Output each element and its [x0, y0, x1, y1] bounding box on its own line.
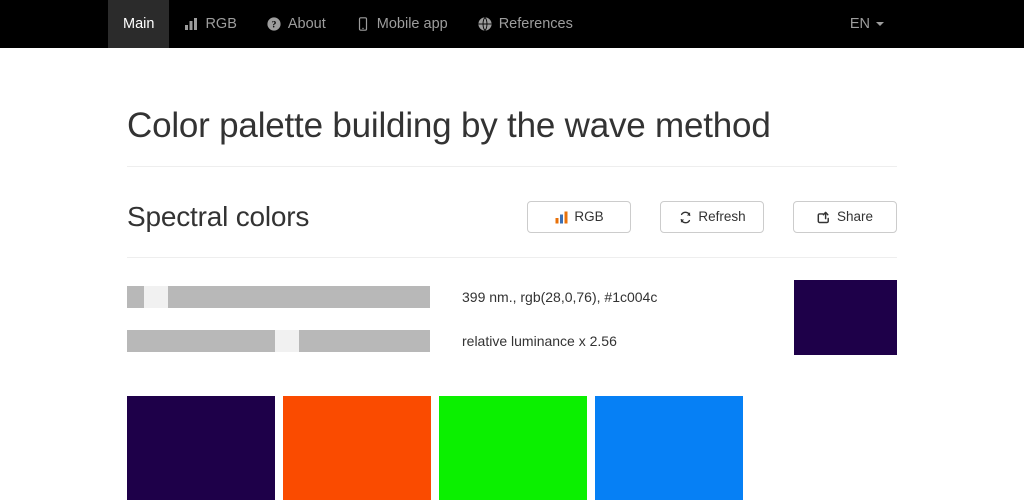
nav-item-label: References — [498, 15, 573, 32]
rgb-button[interactable]: RGB — [527, 201, 631, 233]
palette-swatch-2[interactable] — [283, 396, 431, 500]
language-selector[interactable]: EN — [840, 16, 894, 32]
nav-item-label: Mobile app — [376, 15, 448, 32]
luminance-label: relative luminance x 2.56 — [462, 333, 617, 349]
nav-item-main[interactable]: Main — [108, 0, 170, 48]
title-divider — [127, 166, 897, 167]
share-button-label: Share — [836, 209, 874, 225]
share-button[interactable]: Share — [793, 201, 897, 233]
refresh-button-label: Refresh — [698, 209, 746, 225]
rgb-button-label: RGB — [574, 209, 604, 225]
svg-text:?: ? — [271, 20, 276, 30]
section-title: Spectral colors — [127, 201, 310, 232]
palette-swatch-row — [127, 396, 897, 500]
nav-item-rgb[interactable]: RGB — [169, 0, 251, 48]
nav-item-label: About — [287, 15, 326, 32]
nav-right-group: EN — [840, 0, 1024, 48]
section-divider — [127, 257, 897, 258]
controls-area: 399 nm., rgb(28,0,76), #1c004c relative … — [127, 280, 897, 358]
wavelength-label: 399 nm., rgb(28,0,76), #1c004c — [462, 289, 658, 305]
wavelength-slider[interactable] — [127, 286, 430, 308]
share-icon — [817, 210, 831, 224]
nav-item-mobile-app[interactable]: Mobile app — [341, 0, 463, 48]
globe-icon — [478, 17, 492, 31]
language-label: EN — [849, 16, 870, 32]
bar-chart-icon — [554, 210, 568, 224]
luminance-slider[interactable] — [127, 330, 430, 352]
nav-item-label: Main — [123, 15, 155, 32]
palette-swatch-3[interactable] — [439, 396, 587, 500]
page-title: Color palette building by the wave metho… — [127, 106, 771, 145]
palette-swatch-1[interactable] — [127, 396, 275, 500]
nav-items: Main RGB ? About Mobile app References — [108, 0, 588, 48]
top-navbar: Main RGB ? About Mobile app References E… — [0, 0, 1024, 48]
refresh-button[interactable]: Refresh — [660, 201, 764, 233]
section-header: Spectral colors RGB Refresh Share — [127, 197, 897, 237]
nav-item-about[interactable]: ? About — [252, 0, 341, 48]
color-preview-swatch[interactable] — [794, 280, 897, 355]
wavelength-row: 399 nm., rgb(28,0,76), #1c004c — [127, 280, 897, 314]
palette-swatch-4[interactable] — [595, 396, 743, 500]
nav-item-label: RGB — [205, 15, 237, 32]
nav-item-references[interactable]: References — [463, 0, 588, 48]
help-icon: ? — [267, 17, 281, 31]
main-container: Color palette building by the wave metho… — [127, 106, 897, 500]
wavelength-slider-handle[interactable] — [143, 286, 168, 308]
chart-icon — [184, 17, 198, 31]
mobile-icon — [356, 17, 370, 31]
refresh-icon — [678, 210, 692, 224]
luminance-row: relative luminance x 2.56 — [127, 324, 897, 358]
chevron-down-icon — [876, 22, 884, 26]
section-toolbar: RGB Refresh Share — [527, 201, 897, 233]
luminance-slider-handle[interactable] — [274, 330, 299, 352]
